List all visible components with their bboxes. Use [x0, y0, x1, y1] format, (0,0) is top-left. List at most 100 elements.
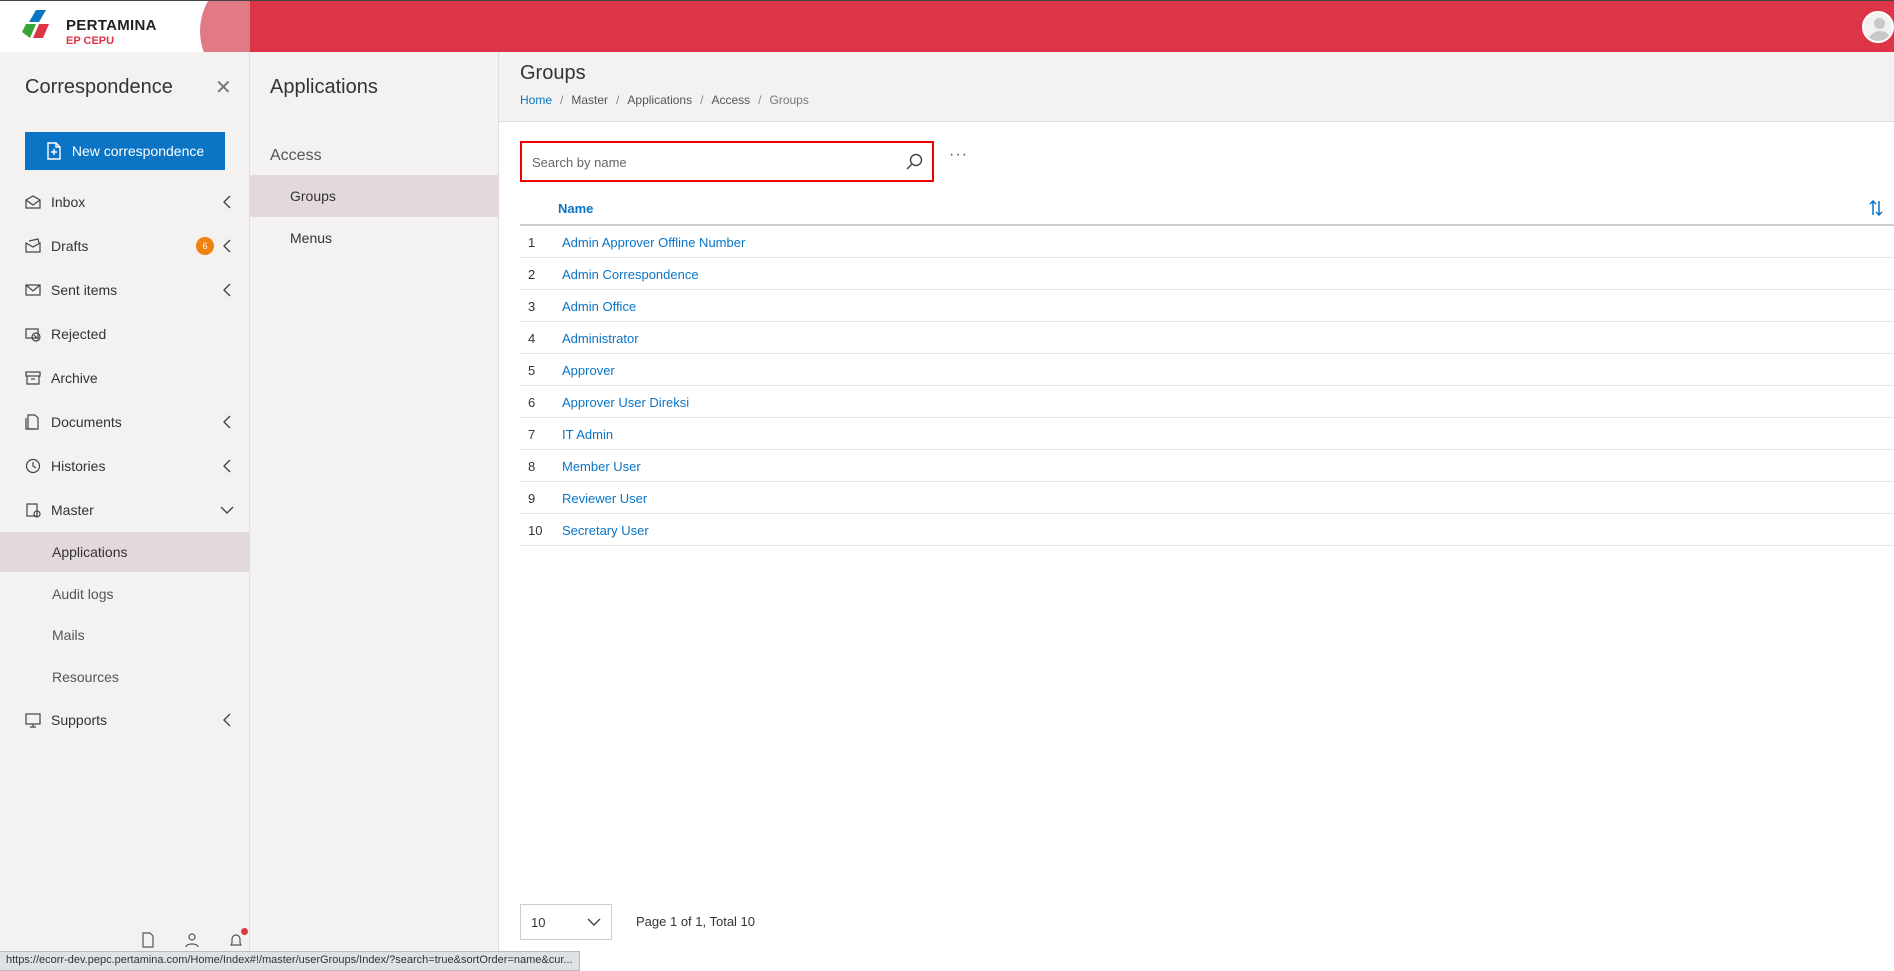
search-icon[interactable]: [906, 153, 923, 170]
document-icon[interactable]: [140, 932, 156, 948]
sidebar-item-supports[interactable]: Supports: [0, 700, 250, 740]
pagination-info: Page 1 of 1, Total 10: [636, 914, 756, 929]
breadcrumb-access[interactable]: Access: [711, 93, 750, 107]
panel-item-groups[interactable]: Groups: [250, 175, 499, 217]
sidebar: Correspondence ✕ New correspondence Inbo…: [0, 52, 250, 971]
breadcrumb-home[interactable]: Home: [520, 93, 552, 107]
sidebar-item-sent-items[interactable]: Sent items: [0, 270, 250, 310]
page-title: Groups: [520, 62, 586, 84]
group-name-link[interactable]: Reviewer User: [562, 491, 647, 506]
sort-icon[interactable]: [1868, 199, 1884, 217]
chevron-left-icon: [223, 239, 231, 253]
row-number: 1: [528, 235, 536, 250]
table-row[interactable]: 6 Approver User Direksi: [520, 386, 1894, 418]
page-header: Groups Home / Master / Applications / Ac…: [499, 52, 1894, 122]
user-icon[interactable]: [184, 932, 200, 948]
group-name-link[interactable]: Administrator: [562, 331, 639, 346]
more-options-button[interactable]: ···: [949, 146, 968, 164]
row-number: 8: [528, 459, 536, 474]
page-size-value: 10: [531, 914, 546, 930]
logo[interactable]: PERTAMINA EP CEPU: [0, 1, 250, 53]
sidebar-item-label: Supports: [51, 712, 108, 728]
table-row[interactable]: 4 Administrator: [520, 322, 1894, 354]
search-input[interactable]: [532, 151, 892, 173]
sidebar-subitem-resources[interactable]: Resources: [0, 657, 250, 697]
groups-table: Name 1 Admin Approver Offline Number 2 Adm…: [520, 193, 1894, 546]
page-size-select[interactable]: 10: [520, 904, 612, 940]
sidebar-item-label: Master: [51, 502, 94, 518]
chevron-left-icon: [223, 713, 231, 727]
breadcrumb-separator: /: [616, 93, 620, 107]
new-correspondence-button[interactable]: New correspondence: [25, 132, 225, 170]
table-row[interactable]: 8 Member User: [520, 450, 1894, 482]
table-row[interactable]: 3 Admin Office: [520, 290, 1894, 322]
table-row[interactable]: 2 Admin Correspondence: [520, 258, 1894, 290]
sidebar-item-label: Archive: [51, 370, 98, 386]
breadcrumb-groups: Groups: [769, 93, 809, 107]
group-name-link[interactable]: Admin Office: [562, 299, 636, 314]
row-number: 3: [528, 299, 536, 314]
drafts-count-badge: 6: [196, 237, 214, 255]
drafts-icon: [25, 238, 41, 253]
supports-icon: [25, 713, 41, 728]
breadcrumb-separator: /: [560, 93, 564, 107]
group-name-link[interactable]: Approver User Direksi: [562, 395, 689, 410]
chevron-down-icon: [220, 506, 234, 514]
master-icon: [26, 503, 41, 518]
sidebar-item-inbox[interactable]: Inbox: [0, 182, 250, 222]
search-box: [520, 141, 934, 182]
group-name-link[interactable]: Approver: [562, 363, 615, 378]
inbox-icon: [25, 195, 41, 209]
breadcrumb-master[interactable]: Master: [571, 93, 608, 107]
chevron-left-icon: [223, 195, 231, 209]
sidebar-item-histories[interactable]: Histories: [0, 446, 250, 486]
new-correspondence-label: New correspondence: [71, 143, 205, 159]
sidebar-subitem-applications[interactable]: Applications: [0, 532, 250, 572]
group-name-link[interactable]: IT Admin: [562, 427, 613, 442]
table-header: Name: [520, 193, 1894, 226]
sidebar-item-archive[interactable]: Archive: [0, 358, 250, 398]
pertamina-logo-icon: [22, 10, 49, 38]
browser-status-url: https://ecorr-dev.pepc.pertamina.com/Hom…: [0, 951, 580, 971]
brand-name: PERTAMINA: [66, 17, 157, 34]
row-number: 2: [528, 267, 536, 282]
breadcrumb-applications[interactable]: Applications: [627, 93, 692, 107]
sidebar-item-documents[interactable]: Documents: [0, 402, 250, 442]
table-row[interactable]: 9 Reviewer User: [520, 482, 1894, 514]
group-name-link[interactable]: Member User: [562, 459, 641, 474]
main-content: Groups Home / Master / Applications / Ac…: [499, 52, 1894, 971]
chevron-left-icon: [223, 283, 231, 297]
sidebar-subitem-audit-logs[interactable]: Audit logs: [0, 574, 250, 614]
table-row[interactable]: 7 IT Admin: [520, 418, 1894, 450]
panel-item-menus[interactable]: Menus: [250, 217, 499, 259]
sidebar-item-label: Drafts: [51, 238, 89, 254]
row-number: 7: [528, 427, 536, 442]
sidebar-subitem-mails[interactable]: Mails: [0, 615, 250, 655]
row-number: 10: [528, 523, 543, 538]
close-icon[interactable]: ✕: [215, 78, 232, 98]
chevron-left-icon: [223, 415, 231, 429]
table-row[interactable]: 10 Secretary User: [520, 514, 1894, 546]
sidebar-footer: [140, 928, 248, 948]
user-avatar[interactable]: [1862, 11, 1894, 43]
access-section-title: Access: [270, 147, 322, 164]
brand-sub: EP CEPU: [66, 35, 115, 47]
breadcrumb-separator: /: [700, 93, 704, 107]
group-name-link[interactable]: Admin Approver Offline Number: [562, 235, 745, 250]
table-row[interactable]: 1 Admin Approver Offline Number: [520, 226, 1894, 258]
applications-panel: Applications Access Groups Menus: [250, 52, 499, 971]
notification-icon[interactable]: [228, 928, 248, 948]
row-number: 9: [528, 491, 536, 506]
group-name-link[interactable]: Admin Correspondence: [562, 267, 699, 282]
sidebar-item-label: Sent items: [51, 282, 118, 298]
group-name-link[interactable]: Secretary User: [562, 523, 649, 538]
sidebar-item-rejected[interactable]: Rejected: [0, 314, 250, 354]
sidebar-title: Correspondence: [25, 76, 173, 98]
table-row[interactable]: 5 Approver: [520, 354, 1894, 386]
sidebar-item-label: Inbox: [51, 194, 86, 210]
sidebar-item-master[interactable]: Master: [0, 490, 250, 530]
sidebar-item-drafts[interactable]: Drafts 6: [0, 226, 250, 266]
sidebar-item-label: Histories: [51, 458, 106, 474]
column-header-name[interactable]: Name: [558, 201, 593, 216]
documents-icon: [25, 414, 39, 430]
